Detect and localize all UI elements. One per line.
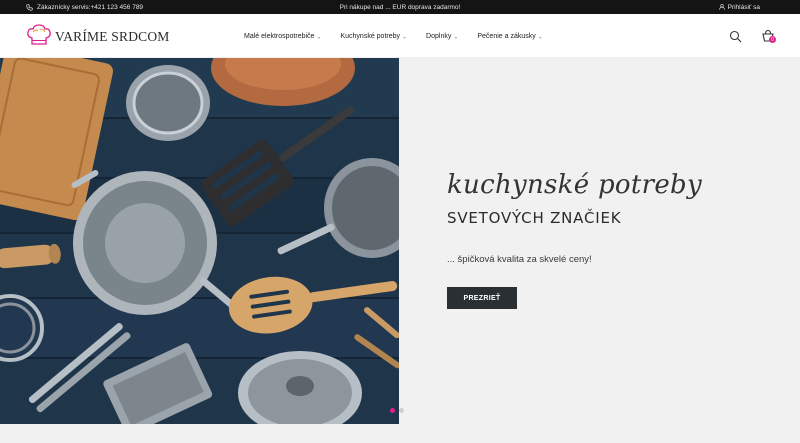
site-logo[interactable]: VARÍME SRDCOM — [26, 23, 170, 51]
login-link[interactable]: Prihlásiť sa — [718, 0, 760, 14]
slider-dots — [390, 408, 404, 413]
cart-button[interactable]: 0 — [761, 29, 777, 45]
nav-item-label: Doplnky — [426, 32, 452, 40]
browse-button[interactable]: PREZRIEŤ — [447, 287, 517, 309]
nav-item-label: Kuchynské potreby — [340, 32, 401, 40]
site-header: VARÍME SRDCOM Malé elektrospotrebiče ⌄ K… — [0, 14, 800, 58]
chevron-down-icon: ⌄ — [537, 34, 543, 40]
nav-item-male-elektrospotrebice[interactable]: Malé elektrospotrebiče ⌄ — [244, 32, 322, 41]
nav-item-label: Pečenie a zákusky — [477, 32, 536, 40]
hero-tagline: ... špičková kvalita za skvelé ceny! — [447, 254, 592, 265]
logo-chef-hat-icon — [26, 23, 52, 51]
nav-item-doplnky[interactable]: Doplnky ⌄ — [426, 32, 459, 41]
nav-item-label: Malé elektrospotrebiče — [244, 32, 315, 40]
main-nav: Malé elektrospotrebiče ⌄ Kuchynské potre… — [244, 14, 562, 58]
slider-dot-1[interactable] — [390, 408, 395, 413]
chevron-down-icon: ⌄ — [316, 34, 322, 40]
search-icon[interactable] — [729, 30, 742, 43]
nav-item-pecenie-a-zakusky[interactable]: Pečenie a zákusky ⌄ — [477, 32, 543, 41]
top-bar: Zákaznícky servis:+421 123 456 789 Pri n… — [0, 0, 800, 14]
slider-dot-2[interactable] — [399, 408, 404, 413]
phone-icon — [26, 3, 33, 11]
hero-slider: kuchynské potreby SVETOVÝCH ZNAČIEK ... … — [0, 58, 800, 443]
hero-script-title: kuchynské potreby — [447, 170, 702, 200]
hero-subtitle: SVETOVÝCH ZNAČIEK — [447, 209, 622, 227]
cart-count-badge: 0 — [769, 36, 776, 43]
chevron-down-icon: ⌄ — [402, 34, 408, 40]
login-label: Prihlásiť sa — [727, 3, 760, 11]
user-icon — [718, 4, 725, 10]
hero-kitchen-utensils-image — [0, 58, 399, 424]
promo-text: Pri nákupe nad ... EUR doprava zadarmo! — [339, 3, 461, 11]
nav-item-kuchynske-potreby[interactable]: Kuchynské potreby ⌄ — [340, 32, 408, 41]
logo-text: VARÍME SRDCOM — [55, 29, 170, 44]
customer-service-phone[interactable]: Zákaznícky servis:+421 123 456 789 — [26, 0, 143, 14]
phone-text: Zákaznícky servis:+421 123 456 789 — [37, 3, 144, 11]
chevron-down-icon: ⌄ — [453, 34, 459, 40]
